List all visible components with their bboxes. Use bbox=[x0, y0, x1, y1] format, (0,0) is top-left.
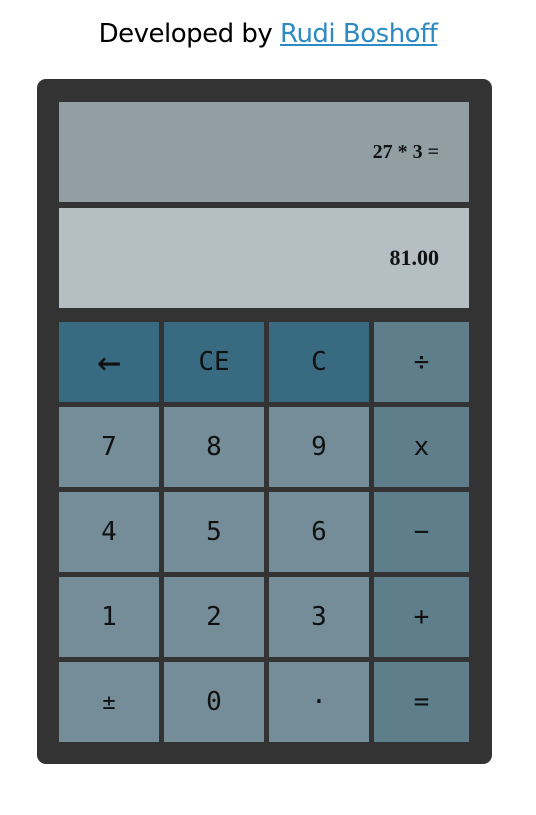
digit-1-button[interactable]: 1 bbox=[59, 577, 159, 657]
header-prefix: Developed by bbox=[98, 19, 281, 49]
multiply-button[interactable]: x bbox=[374, 407, 469, 487]
digit-6-button[interactable]: 6 bbox=[269, 492, 369, 572]
negate-button[interactable]: ± bbox=[59, 662, 159, 742]
digit-3-button[interactable]: 3 bbox=[269, 577, 369, 657]
digit-0-button[interactable]: 0 bbox=[164, 662, 264, 742]
expression-text: 27 * 3 = bbox=[372, 140, 439, 163]
subtract-button[interactable]: − bbox=[374, 492, 469, 572]
expression-display: 27 * 3 = bbox=[59, 102, 469, 202]
digit-2-button[interactable]: 2 bbox=[164, 577, 264, 657]
result-display: 81.00 bbox=[59, 208, 469, 308]
page-header: Developed by Rudi Boshoff bbox=[0, 14, 536, 54]
clear-entry-button[interactable]: CE bbox=[164, 322, 264, 402]
calculator: 27 * 3 = 81.00 ← CE C ÷ 7 8 9 x 4 5 6 − … bbox=[37, 79, 492, 764]
digit-9-button[interactable]: 9 bbox=[269, 407, 369, 487]
digit-4-button[interactable]: 4 bbox=[59, 492, 159, 572]
result-text: 81.00 bbox=[389, 245, 440, 270]
divide-button[interactable]: ÷ bbox=[374, 322, 469, 402]
author-link[interactable]: Rudi Boshoff bbox=[280, 19, 438, 49]
keypad: ← CE C ÷ 7 8 9 x 4 5 6 − 1 2 3 + ± 0 · = bbox=[59, 322, 469, 742]
clear-button[interactable]: C bbox=[269, 322, 369, 402]
digit-8-button[interactable]: 8 bbox=[164, 407, 264, 487]
decimal-button[interactable]: · bbox=[269, 662, 369, 742]
digit-5-button[interactable]: 5 bbox=[164, 492, 264, 572]
equals-button[interactable]: = bbox=[374, 662, 469, 742]
digit-7-button[interactable]: 7 bbox=[59, 407, 159, 487]
backspace-button[interactable]: ← bbox=[59, 322, 159, 402]
add-button[interactable]: + bbox=[374, 577, 469, 657]
